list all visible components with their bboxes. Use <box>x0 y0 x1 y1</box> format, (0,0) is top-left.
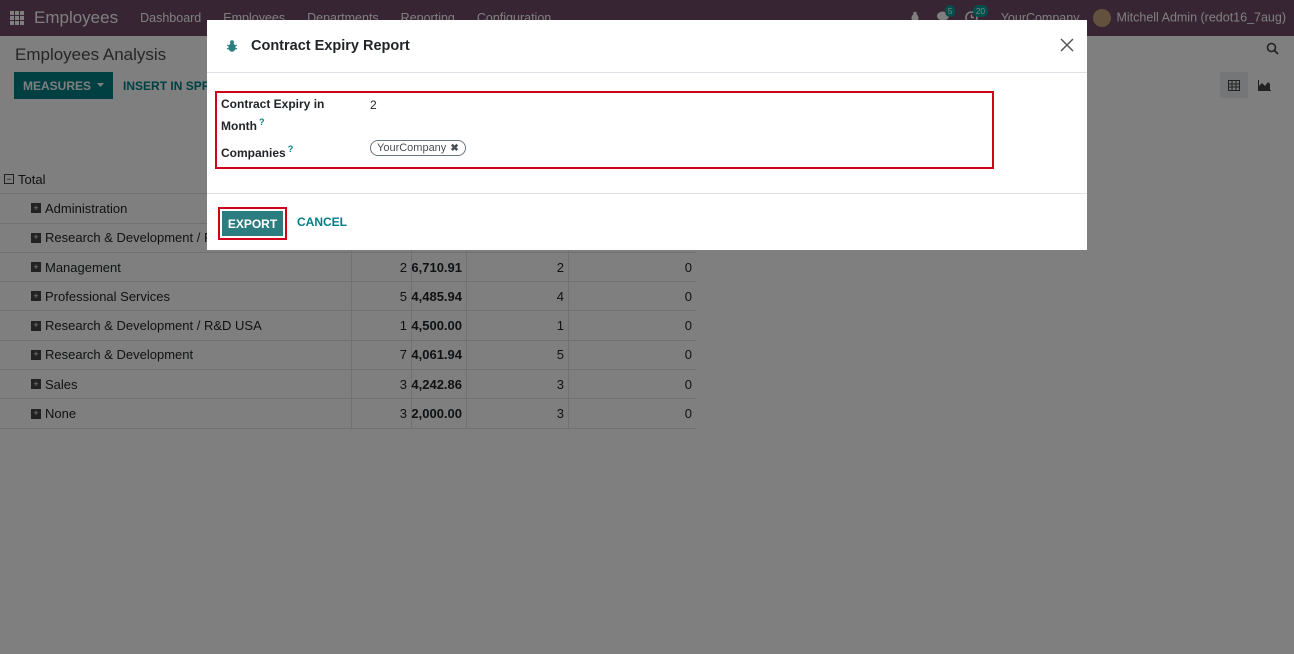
export-button[interactable]: EXPORT <box>218 207 287 240</box>
remove-tag-icon[interactable]: ✖ <box>450 143 458 154</box>
contract-expiry-input[interactable]: 2 <box>370 98 377 112</box>
companies-label: Companies? <box>221 140 293 162</box>
help-tooltip-icon[interactable]: ? <box>259 117 265 127</box>
modal-footer: EXPORT CANCEL <box>207 194 1087 250</box>
modal-header: Contract Expiry Report <box>207 20 1087 73</box>
company-tag-label: YourCompany <box>377 142 447 154</box>
companies-label-text: Companies <box>221 146 286 160</box>
help-tooltip-icon[interactable]: ? <box>288 144 294 154</box>
contract-expiry-label-line2: Month <box>221 119 257 133</box>
companies-field[interactable]: YourCompany ✖ <box>370 140 466 156</box>
modal-body: Contract Expiry in Month? 2 Companies? Y… <box>207 73 1087 194</box>
fields-highlight-box <box>215 91 994 169</box>
contract-expiry-label-line1: Contract Expiry in <box>221 97 325 111</box>
close-icon[interactable] <box>1059 37 1075 53</box>
contract-expiry-label: Contract Expiry in Month? <box>221 95 324 135</box>
company-tag: YourCompany ✖ <box>370 140 466 156</box>
bug-icon <box>226 40 238 52</box>
contract-expiry-dialog: Contract Expiry Report Contract Expiry i… <box>207 20 1087 250</box>
modal-title: Contract Expiry Report <box>251 38 410 54</box>
cancel-button[interactable]: CANCEL <box>297 215 347 229</box>
